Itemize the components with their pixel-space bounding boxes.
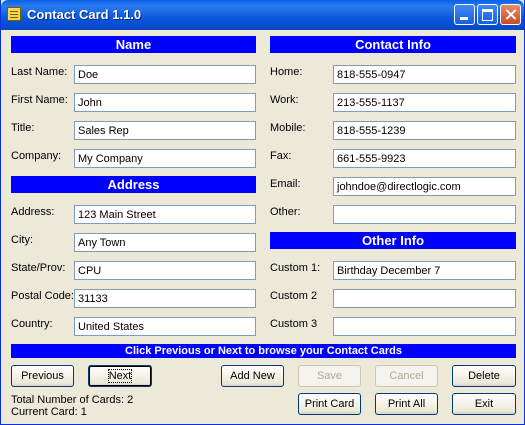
next-button-label: Next [107, 369, 133, 383]
address-label: Address: [11, 206, 55, 218]
address-field[interactable]: 123 Main Street [74, 205, 256, 224]
fax-field[interactable]: 661-555-9923 [333, 149, 516, 168]
delete-button[interactable]: Delete [452, 365, 516, 387]
print-card-button[interactable]: Print Card [298, 393, 361, 415]
add-new-button[interactable]: Add New [221, 365, 284, 387]
print-all-button[interactable]: Print All [375, 393, 438, 415]
save-button[interactable]: Save [298, 365, 361, 387]
previous-button-label: Previous [21, 370, 64, 382]
maximize-button[interactable] [477, 4, 498, 25]
last-name-label: Last Name: [11, 66, 68, 78]
postal-code-label: Postal Code: [11, 290, 74, 302]
company-field[interactable]: My Company [74, 149, 256, 168]
home-phone-field[interactable]: 818-555-0947 [333, 65, 516, 84]
fax-label: Fax: [270, 150, 292, 162]
current-card-status: Current Card: 1 [11, 406, 87, 418]
previous-button[interactable]: Previous [11, 365, 74, 387]
custom3-field[interactable] [333, 317, 516, 336]
cancel-button-label: Cancel [389, 370, 424, 382]
close-button[interactable] [500, 4, 521, 25]
state-field[interactable]: CPU [74, 261, 256, 280]
total-cards-status: Total Number of Cards: 2 [11, 394, 134, 406]
custom2-label: Custom 2 [270, 290, 318, 302]
custom2-field[interactable] [333, 289, 516, 308]
next-button[interactable]: Next [88, 365, 152, 387]
print-card-button-label: Print Card [304, 398, 355, 410]
address-section-header: Address [11, 176, 256, 193]
other-contact-field[interactable] [333, 205, 516, 224]
exit-button[interactable]: Exit [452, 393, 516, 415]
contact-info-section-header: Contact Info [270, 36, 516, 53]
title-field[interactable]: Sales Rep [74, 121, 256, 140]
country-label: Country: [11, 318, 53, 330]
browse-instructions-banner: Click Previous or Next to browse your Co… [11, 344, 516, 358]
email-label: Email: [270, 178, 301, 190]
city-field[interactable]: Any Town [74, 233, 256, 252]
state-label: State/Prov: [11, 262, 66, 274]
home-label: Home: [270, 66, 303, 78]
delete-button-label: Delete [468, 370, 500, 382]
company-label: Company: [11, 150, 62, 162]
last-name-field[interactable]: Doe [74, 65, 256, 84]
first-name-label: First Name: [11, 94, 68, 106]
name-section-header: Name [11, 36, 256, 53]
work-label: Work: [270, 94, 299, 106]
email-field[interactable]: johndoe@directlogic.com [333, 177, 516, 196]
country-field[interactable]: United States [74, 317, 256, 336]
notepad-icon [7, 7, 21, 21]
add-new-button-label: Add New [230, 370, 275, 382]
contact-card-window: Contact Card 1.1.0 Name Contact Info Add… [0, 0, 525, 425]
mobile-label: Mobile: [270, 122, 306, 134]
other-label: Other: [270, 206, 301, 218]
custom1-field[interactable]: Birthday December 7 [333, 261, 516, 280]
exit-button-label: Exit [474, 398, 494, 410]
first-name-field[interactable]: John [74, 93, 256, 112]
custom3-label: Custom 3 [270, 318, 318, 330]
minimize-button[interactable] [454, 4, 475, 25]
save-button-label: Save [316, 370, 343, 382]
custom1-label: Custom 1: [270, 262, 321, 274]
cancel-button[interactable]: Cancel [375, 365, 438, 387]
postal-code-field[interactable]: 31133 [74, 289, 256, 308]
work-phone-field[interactable]: 213-555-1137 [333, 93, 516, 112]
mobile-phone-field[interactable]: 818-555-1239 [333, 121, 516, 140]
other-info-section-header: Other Info [270, 232, 516, 249]
window-title: Contact Card 1.1.0 [27, 7, 142, 22]
print-all-button-label: Print All [387, 398, 426, 410]
title-bar[interactable]: Contact Card 1.1.0 [1, 0, 524, 30]
title-label: Title: [11, 122, 35, 134]
city-label: City: [11, 234, 33, 246]
